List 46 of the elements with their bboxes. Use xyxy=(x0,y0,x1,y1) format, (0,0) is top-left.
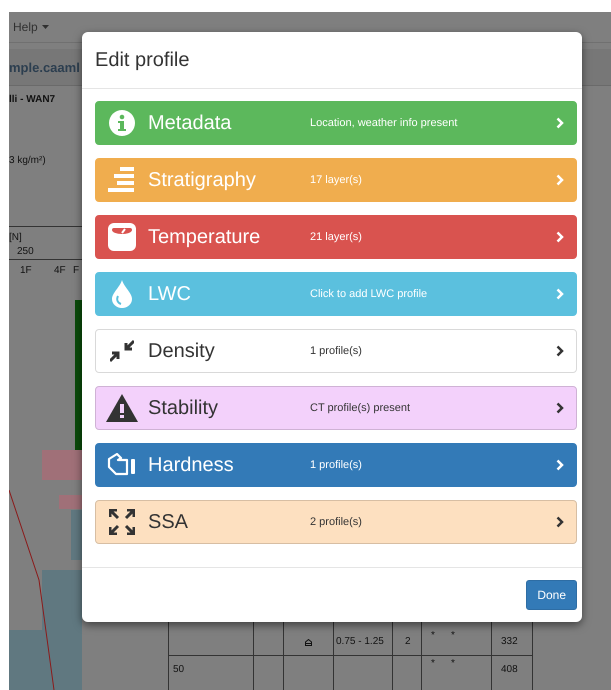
table-cell: * xyxy=(431,630,435,641)
axis-value: 250 xyxy=(17,246,34,257)
swe-value: 3 kg/m²) xyxy=(9,155,46,166)
caret-icon xyxy=(42,25,49,29)
info-icon xyxy=(109,110,135,136)
chevron-right-icon xyxy=(556,459,564,471)
chevron-right-icon xyxy=(556,117,564,129)
chevron-right-icon xyxy=(556,174,564,186)
hardness-tick: F xyxy=(73,265,80,276)
compress-arrows-icon xyxy=(110,339,134,363)
profile-section-button[interactable]: Temperature 21 layer(s) xyxy=(95,215,577,259)
grain-shape-icon xyxy=(305,639,312,646)
water-drop-icon xyxy=(112,280,132,308)
hardness-tick: 1F xyxy=(20,265,32,276)
profile-section-button[interactable]: Hardness 1 profile(s) xyxy=(95,443,577,487)
chevron-right-icon xyxy=(556,345,564,357)
weighing-scale-icon xyxy=(108,223,136,251)
table-cell: 2 xyxy=(405,636,411,647)
table-cell: * xyxy=(451,630,455,641)
dialog-title: Edit profile xyxy=(95,48,190,72)
warning-icon xyxy=(106,394,138,422)
depth-label: 50 xyxy=(173,664,184,675)
table-cell: * xyxy=(431,658,435,669)
profile-section-button[interactable]: Stability CT profile(s) present xyxy=(95,386,577,430)
profile-section-button[interactable]: LWC Click to add LWC profile xyxy=(95,272,577,316)
layers-icon xyxy=(108,167,136,193)
hardness-tick: 4F xyxy=(54,265,66,276)
chevron-right-icon xyxy=(556,516,564,528)
table-cell: 408 xyxy=(501,664,518,675)
done-button[interactable]: Done xyxy=(526,580,577,610)
profile-section-button[interactable]: Metadata Location, weather info present xyxy=(95,101,577,145)
site-name: lli - WAN7 xyxy=(9,94,56,105)
table-cell: 0.75 - 1.25 xyxy=(336,636,384,647)
chevron-right-icon xyxy=(556,231,564,243)
table-cell: 332 xyxy=(501,636,518,647)
pointing-hand-icon xyxy=(107,453,137,477)
chevron-right-icon xyxy=(556,402,564,414)
expand-arrows-icon xyxy=(109,509,135,535)
help-menu[interactable]: Help xyxy=(13,20,49,34)
profile-section-button[interactable]: Density 1 profile(s) xyxy=(95,329,577,373)
table-cell: * xyxy=(451,658,455,669)
file-tab[interactable]: mple.caaml xyxy=(9,60,80,74)
profile-section-button[interactable]: SSA 2 profile(s) xyxy=(95,500,577,544)
layer-bar xyxy=(42,450,82,480)
chevron-right-icon xyxy=(556,288,564,300)
axis-unit: [N] xyxy=(9,232,22,243)
